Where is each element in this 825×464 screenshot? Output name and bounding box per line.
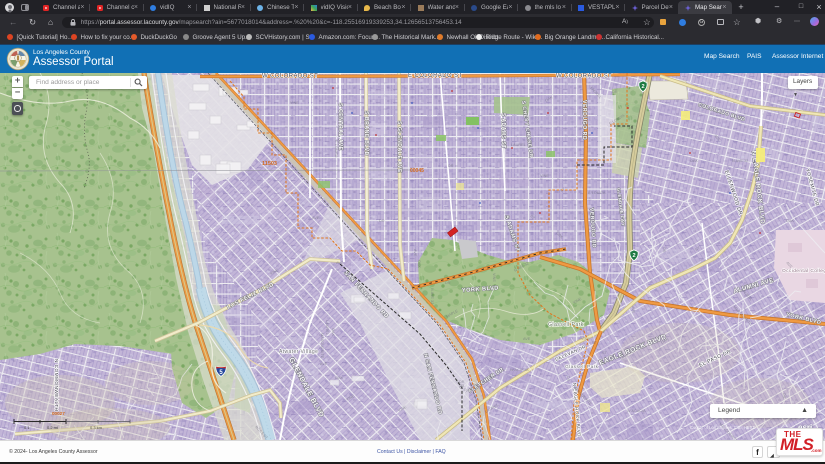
svg-text:OAK: OAK xyxy=(331,328,335,336)
svg-text:AVE: AVE xyxy=(320,362,328,366)
svg-text:Glassell Park: Glassell Park xyxy=(565,364,599,370)
svg-text:DR: DR xyxy=(566,376,570,382)
svg-text:VINE: VINE xyxy=(540,174,549,178)
svg-text:VINE: VINE xyxy=(492,273,496,282)
svg-text:N AVE 32: N AVE 32 xyxy=(732,159,748,163)
svg-text:W COLORADO ST: W COLORADO ST xyxy=(556,74,612,80)
svg-text:E LOMITA: E LOMITA xyxy=(588,191,606,195)
svg-text:DR: DR xyxy=(662,247,666,253)
svg-text:DR: DR xyxy=(782,393,786,399)
svg-text:W ACACIA: W ACACIA xyxy=(510,368,529,372)
svg-text:0.3 km: 0.3 km xyxy=(90,425,103,430)
svg-text:AVE: AVE xyxy=(312,216,320,220)
svg-text:0.2 mi: 0.2 mi xyxy=(47,425,58,430)
svg-text:ST: ST xyxy=(592,341,598,345)
svg-text:00045: 00045 xyxy=(410,168,424,174)
svg-text:LAUREL: LAUREL xyxy=(511,143,526,147)
svg-text:S ADAMS ST: S ADAMS ST xyxy=(500,113,506,149)
svg-text:ST: ST xyxy=(602,351,608,355)
svg-text:DR: DR xyxy=(612,90,618,94)
svg-text:00027: 00027 xyxy=(52,411,65,416)
svg-text:N AVE 32: N AVE 32 xyxy=(430,288,434,304)
svg-text:DR: DR xyxy=(448,164,454,168)
svg-text:OAK: OAK xyxy=(786,219,794,223)
svg-text:AVE: AVE xyxy=(413,249,417,257)
svg-text:AVE: AVE xyxy=(336,261,344,265)
svg-text:OAK: OAK xyxy=(690,159,698,163)
svg-text:VERDUGO RD: VERDUGO RD xyxy=(581,100,587,140)
svg-text:OAK: OAK xyxy=(335,376,343,380)
svg-text:Occidental Colleg: Occidental Colleg xyxy=(782,268,825,274)
svg-text:County of Los Angeles, Esri, H: County of Los Angeles, Esri, HERE xyxy=(690,425,756,430)
svg-text:DR: DR xyxy=(379,219,385,223)
svg-text:VINE: VINE xyxy=(581,337,590,341)
svg-text:N COMMONWEALTH: N COMMONWEALTH xyxy=(53,359,59,412)
svg-text:E LOMITA: E LOMITA xyxy=(334,140,338,158)
svg-text:OAK: OAK xyxy=(417,260,421,268)
svg-text:LAUREL: LAUREL xyxy=(325,320,329,335)
svg-text:W ACACIA: W ACACIA xyxy=(627,409,646,413)
svg-text:11503: 11503 xyxy=(262,161,277,167)
svg-text:DR: DR xyxy=(445,281,451,285)
svg-text:W COLORADO ST: W COLORADO ST xyxy=(262,74,318,80)
svg-text:S GLENDALE AVE: S GLENDALE AVE xyxy=(396,121,402,173)
svg-text:AVE: AVE xyxy=(523,337,531,341)
svg-text:Glassell Park: Glassell Park xyxy=(548,322,584,328)
svg-text:S BRAND BLVD: S BRAND BLVD xyxy=(363,111,369,156)
svg-text:AVE: AVE xyxy=(631,306,635,314)
svg-text:2: 2 xyxy=(632,253,635,259)
svg-text:E COLORADO ST: E COLORADO ST xyxy=(408,73,463,79)
svg-text:Atwater Village: Atwater Village xyxy=(279,349,318,355)
svg-text:MARGUERITE: MARGUERITE xyxy=(320,333,324,359)
svg-text:2: 2 xyxy=(641,84,644,90)
svg-text:0.1: 0.1 xyxy=(24,425,30,430)
svg-text:VINE: VINE xyxy=(290,101,299,105)
